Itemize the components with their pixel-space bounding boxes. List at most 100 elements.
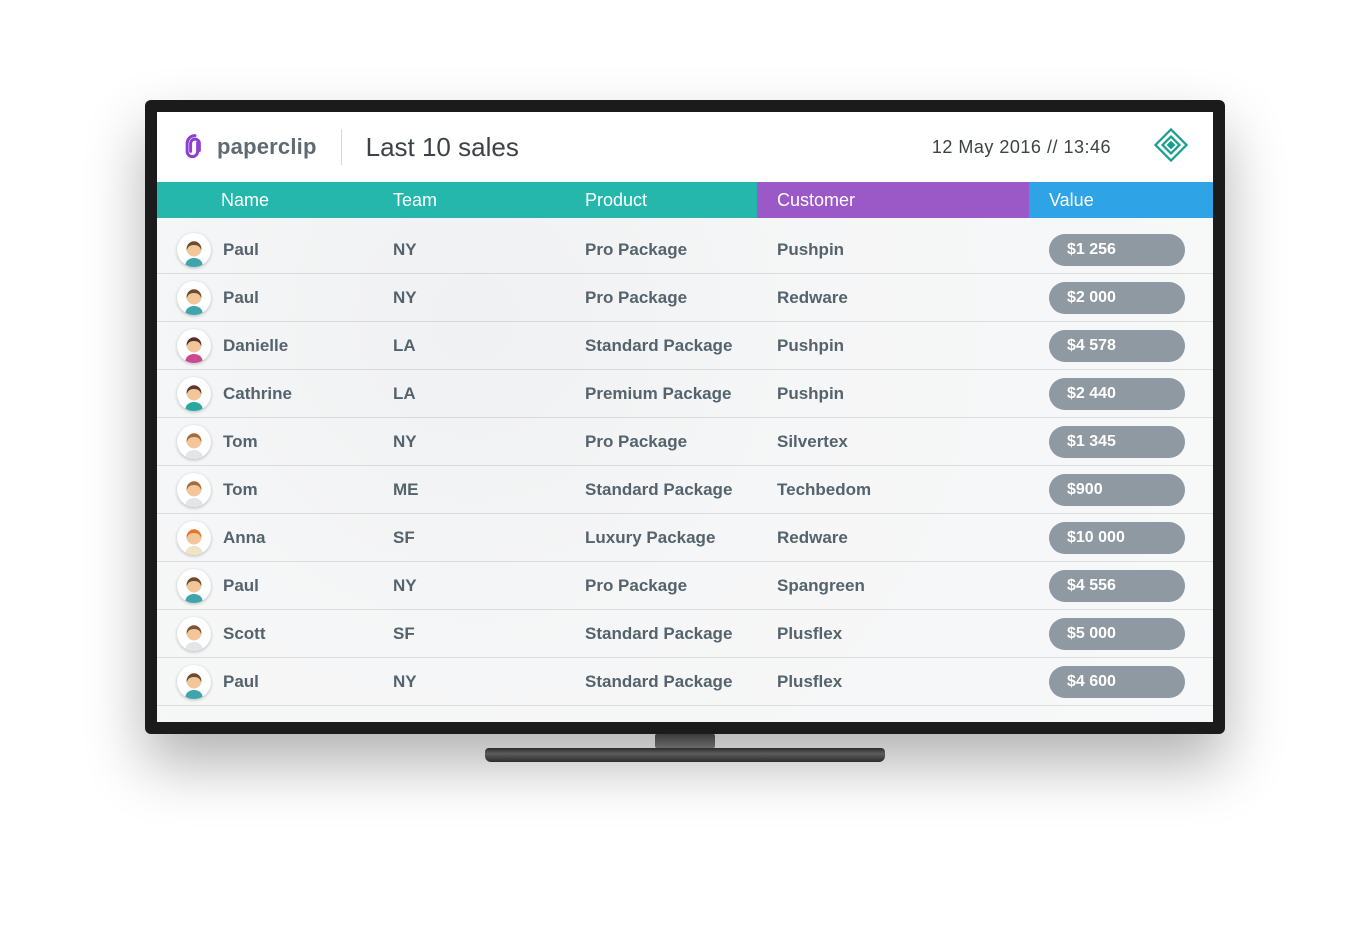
avatar xyxy=(177,425,211,459)
cell-name: Paul xyxy=(157,569,373,603)
cell-value: $5 000 xyxy=(1029,618,1213,650)
col-value: Value xyxy=(1029,182,1213,218)
cell-product: Pro Package xyxy=(565,576,757,596)
page-title: Last 10 sales xyxy=(366,132,519,163)
cell-value: $2 000 xyxy=(1029,282,1213,314)
cell-team: NY xyxy=(373,288,565,308)
table-row: Anna SF Luxury Package Redware $10 000 xyxy=(157,514,1213,562)
cell-name: Danielle xyxy=(157,329,373,363)
value-pill: $900 xyxy=(1049,474,1185,506)
cell-team: SF xyxy=(373,624,565,644)
value-pill: $2 000 xyxy=(1049,282,1185,314)
table-row: Tom NY Pro Package Silvertex $1 345 xyxy=(157,418,1213,466)
cell-value: $900 xyxy=(1029,474,1213,506)
avatar xyxy=(177,281,211,315)
table-row: Paul NY Pro Package Spangreen $4 556 xyxy=(157,562,1213,610)
cell-value: $2 440 xyxy=(1029,378,1213,410)
cell-customer: Techbedom xyxy=(757,480,1029,500)
app-icon xyxy=(1153,127,1189,168)
cell-team: LA xyxy=(373,336,565,356)
cell-team: LA xyxy=(373,384,565,404)
value-pill: $1 345 xyxy=(1049,426,1185,458)
cell-team: SF xyxy=(373,528,565,548)
cell-name: Cathrine xyxy=(157,377,373,411)
cell-team: NY xyxy=(373,672,565,692)
salesperson-name: Paul xyxy=(223,240,259,260)
col-product: Product xyxy=(565,182,757,218)
cell-product: Standard Package xyxy=(565,480,757,500)
salesperson-name: Paul xyxy=(223,576,259,596)
cell-value: $1 345 xyxy=(1029,426,1213,458)
cell-product: Standard Package xyxy=(565,336,757,356)
cell-customer: Redware xyxy=(757,288,1029,308)
value-pill: $1 256 xyxy=(1049,234,1185,266)
col-team: Team xyxy=(373,182,565,218)
cell-name: Scott xyxy=(157,617,373,651)
table-row: Scott SF Standard Package Plusflex $5 00… xyxy=(157,610,1213,658)
cell-name: Paul xyxy=(157,281,373,315)
value-pill: $4 578 xyxy=(1049,330,1185,362)
salesperson-name: Cathrine xyxy=(223,384,292,404)
table-row: Danielle LA Standard Package Pushpin $4 … xyxy=(157,322,1213,370)
cell-value: $1 256 xyxy=(1029,234,1213,266)
cell-customer: Plusflex xyxy=(757,624,1029,644)
cell-value: $4 600 xyxy=(1029,666,1213,698)
avatar xyxy=(177,377,211,411)
cell-value: $10 000 xyxy=(1029,522,1213,554)
salesperson-name: Scott xyxy=(223,624,266,644)
salesperson-name: Tom xyxy=(223,432,258,452)
table-row: Cathrine LA Premium Package Pushpin $2 4… xyxy=(157,370,1213,418)
cell-product: Standard Package xyxy=(565,624,757,644)
salesperson-name: Anna xyxy=(223,528,266,548)
cell-name: Tom xyxy=(157,473,373,507)
brand-name: paperclip xyxy=(217,134,317,160)
cell-customer: Pushpin xyxy=(757,384,1029,404)
value-pill: $4 556 xyxy=(1049,570,1185,602)
salesperson-name: Danielle xyxy=(223,336,288,356)
cell-name: Anna xyxy=(157,521,373,555)
cell-name: Paul xyxy=(157,665,373,699)
cell-product: Premium Package xyxy=(565,384,757,404)
value-pill: $2 440 xyxy=(1049,378,1185,410)
cell-name: Tom xyxy=(157,425,373,459)
avatar xyxy=(177,233,211,267)
cell-team: ME xyxy=(373,480,565,500)
cell-team: NY xyxy=(373,432,565,452)
cell-customer: Plusflex xyxy=(757,672,1029,692)
col-customer: Customer xyxy=(757,182,1029,218)
brand-logo: paperclip xyxy=(181,133,317,161)
cell-customer: Silvertex xyxy=(757,432,1029,452)
table-body: Paul NY Pro Package Pushpin $1 256 Paul … xyxy=(157,218,1213,722)
avatar xyxy=(177,473,211,507)
cell-product: Pro Package xyxy=(565,288,757,308)
cell-customer: Spangreen xyxy=(757,576,1029,596)
value-pill: $4 600 xyxy=(1049,666,1185,698)
cell-team: NY xyxy=(373,576,565,596)
cell-product: Standard Package xyxy=(565,672,757,692)
salesperson-name: Paul xyxy=(223,288,259,308)
dashboard-screen: paperclip Last 10 sales 12 May 2016 // 1… xyxy=(157,112,1213,722)
avatar xyxy=(177,521,211,555)
cell-customer: Redware xyxy=(757,528,1029,548)
table-row: Paul NY Pro Package Redware $2 000 xyxy=(157,274,1213,322)
table-row: Paul NY Pro Package Pushpin $1 256 xyxy=(157,226,1213,274)
cell-value: $4 578 xyxy=(1029,330,1213,362)
col-name: Name xyxy=(157,182,373,218)
cell-product: Pro Package xyxy=(565,432,757,452)
avatar xyxy=(177,329,211,363)
avatar xyxy=(177,569,211,603)
divider xyxy=(341,129,342,165)
column-header-bar: Name Team Product Customer Value xyxy=(157,182,1213,218)
header: paperclip Last 10 sales 12 May 2016 // 1… xyxy=(157,112,1213,182)
cell-product: Luxury Package xyxy=(565,528,757,548)
avatar xyxy=(177,665,211,699)
cell-name: Paul xyxy=(157,233,373,267)
cell-customer: Pushpin xyxy=(757,240,1029,260)
value-pill: $10 000 xyxy=(1049,522,1185,554)
avatar xyxy=(177,617,211,651)
datetime: 12 May 2016 // 13:46 xyxy=(932,137,1111,158)
salesperson-name: Paul xyxy=(223,672,259,692)
value-pill: $5 000 xyxy=(1049,618,1185,650)
salesperson-name: Tom xyxy=(223,480,258,500)
table-row: Tom ME Standard Package Techbedom $900 xyxy=(157,466,1213,514)
